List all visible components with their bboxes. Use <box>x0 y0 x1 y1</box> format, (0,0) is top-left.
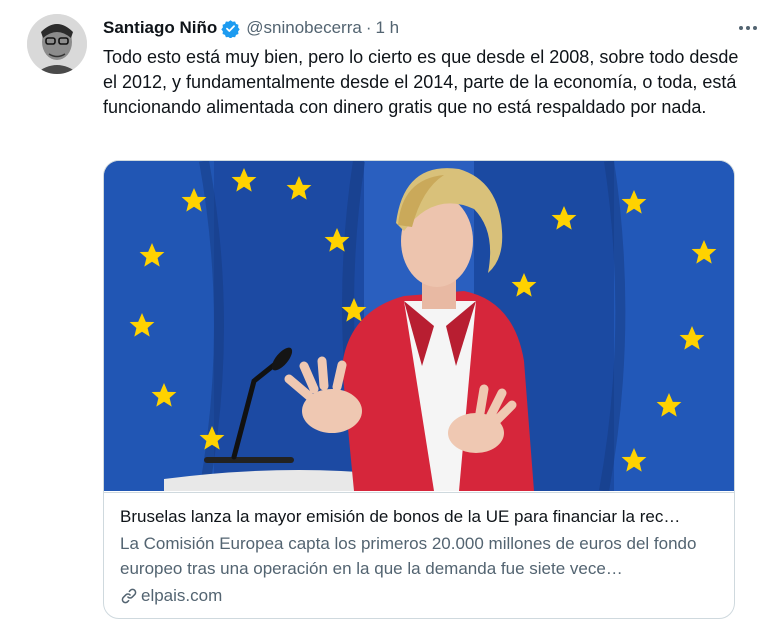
tweet[interactable]: Santiago Niño @sninobecerra · 1 h Todo e… <box>0 0 784 621</box>
card-image[interactable] <box>104 161 734 491</box>
author-handle[interactable]: @sninobecerra <box>246 18 362 38</box>
author-name[interactable]: Santiago Niño <box>103 18 217 38</box>
more-options-icon <box>739 26 757 30</box>
verified-badge-icon <box>221 19 240 38</box>
link-icon <box>121 588 137 604</box>
card-title[interactable]: Bruselas lanza la mayor emisión de bonos… <box>120 505 720 529</box>
avatar-image <box>27 14 87 74</box>
header-separator: · <box>365 18 372 37</box>
tweet-timestamp[interactable]: 1 h <box>376 18 400 38</box>
card-domain-row: elpais.com <box>120 586 222 606</box>
card-domain: elpais.com <box>141 586 223 605</box>
link-card[interactable]: Bruselas lanza la mayor emisión de bonos… <box>103 160 735 619</box>
avatar[interactable] <box>27 14 87 74</box>
more-options-button[interactable] <box>736 18 760 38</box>
card-description: La Comisión Europea capta los primeros 2… <box>120 534 697 578</box>
tweet-text: Todo esto está muy bien, pero lo cierto … <box>103 47 739 117</box>
card-body[interactable]: Bruselas lanza la mayor emisión de bonos… <box>104 492 734 605</box>
tweet-header: Santiago Niño @sninobecerra · 1 h <box>103 16 399 40</box>
